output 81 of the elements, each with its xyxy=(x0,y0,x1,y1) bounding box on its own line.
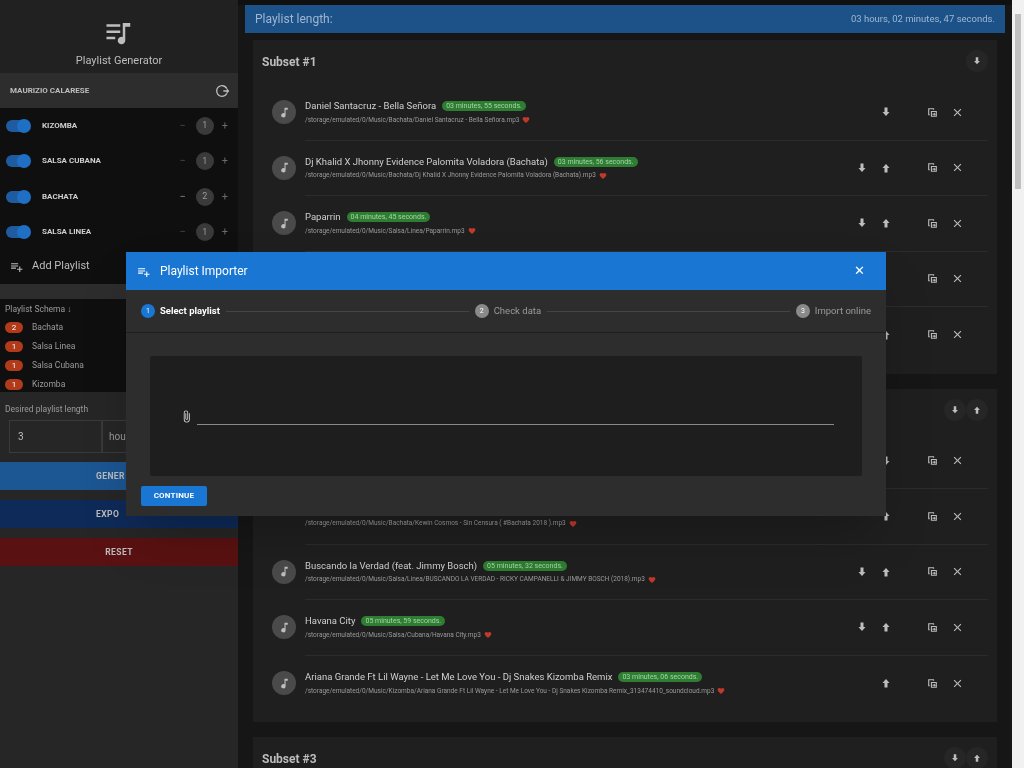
toggle-switch[interactable] xyxy=(6,226,30,239)
song-title: Buscando la Verdad (feat. Jimmy Bosch) xyxy=(305,558,478,573)
copy-icon[interactable] xyxy=(926,620,939,634)
copy-icon[interactable] xyxy=(926,105,939,119)
arrow-down-icon xyxy=(972,56,982,66)
schema-item: Salsa Linea xyxy=(32,339,76,353)
dialog-title: Playlist Importer xyxy=(160,263,249,280)
count-badge: 1 xyxy=(195,116,214,135)
toggle-switch[interactable] xyxy=(6,155,30,168)
length-label: Playlist length: xyxy=(255,11,333,28)
playlist-name: KIZOMBA xyxy=(42,119,79,132)
move-up-button[interactable] xyxy=(880,217,892,230)
song-title: Havana City xyxy=(305,614,356,629)
schema-item: Bachata xyxy=(32,320,64,334)
continue-button[interactable]: CONTINUE xyxy=(141,486,207,506)
copy-icon[interactable] xyxy=(926,676,939,690)
playlist-name: SALSA CUBANA xyxy=(42,155,102,168)
subset-title: Subset #1 xyxy=(262,55,317,69)
close-button[interactable]: ✕ xyxy=(854,261,875,281)
schema-item: Salsa Cubana xyxy=(32,358,84,372)
increase-button[interactable]: + xyxy=(221,224,228,241)
song-title: Daniel Santacruz - Bella Señora xyxy=(305,99,437,114)
scrollbar[interactable] xyxy=(1012,0,1024,768)
copy-icon[interactable] xyxy=(926,565,939,579)
song-title: Paparrin xyxy=(305,210,341,225)
toggle-switch[interactable] xyxy=(6,190,30,203)
copy-icon[interactable] xyxy=(926,454,939,468)
count-badge: 1 xyxy=(195,152,214,171)
copy-icon[interactable] xyxy=(926,272,939,286)
arrow-up-icon xyxy=(972,404,982,415)
toggle-switch[interactable] xyxy=(6,119,30,132)
arrow-up-icon xyxy=(972,753,982,763)
schema-title: Playlist Schema ↓ xyxy=(5,303,72,316)
song-title: Dj Khalid X Jhonny Evidence Palomita Voladora (Bachata) xyxy=(305,154,548,169)
move-down-button[interactable] xyxy=(944,398,966,421)
count-badge: 1 xyxy=(5,378,23,390)
step-label: Select playlist xyxy=(160,303,220,318)
count-badge: 1 xyxy=(5,340,23,352)
reset-button[interactable]: RESET xyxy=(0,538,238,566)
step-label: Import online xyxy=(814,303,871,318)
music-note-icon xyxy=(272,211,296,236)
copy-icon[interactable] xyxy=(926,328,939,342)
playlist-name: SALSA LINEA xyxy=(42,226,93,239)
move-down-button[interactable] xyxy=(856,565,868,578)
copy-icon[interactable] xyxy=(926,216,939,230)
music-note-icon xyxy=(272,559,296,584)
playlist-name: BACHATA xyxy=(42,190,80,203)
move-down-button[interactable] xyxy=(856,161,868,174)
add-playlist-button[interactable]: Add Playlist xyxy=(10,257,90,275)
count-badge: 2 xyxy=(5,321,23,333)
logout-icon[interactable] xyxy=(214,82,230,99)
hours-input[interactable]: 3 xyxy=(9,419,102,453)
length-label: Desired playlist length xyxy=(5,403,90,416)
count-badge: 1 xyxy=(195,223,214,242)
arrow-down-icon xyxy=(950,753,960,763)
music-note-icon xyxy=(272,615,296,640)
step-label: Check data xyxy=(493,303,542,318)
count-badge: 2 xyxy=(195,187,214,206)
move-up-button[interactable] xyxy=(966,747,988,768)
increase-button[interactable]: + xyxy=(221,188,228,205)
copy-icon[interactable] xyxy=(926,161,939,175)
move-up-button[interactable] xyxy=(880,621,892,634)
copy-icon[interactable] xyxy=(926,509,939,523)
move-down-button[interactable] xyxy=(966,50,988,72)
increase-button[interactable]: + xyxy=(221,153,228,170)
increase-button[interactable]: + xyxy=(221,117,228,134)
decrease-button[interactable]: − xyxy=(179,188,186,205)
move-up-button[interactable] xyxy=(880,677,892,690)
move-up-button[interactable] xyxy=(966,398,988,421)
length-value: 03 hours, 02 minutes, 47 seconds. xyxy=(850,11,995,26)
song-title: Ariana Grande Ft Lil Wayne - Let Me Love You - Dj Snakes Kizomba Remix xyxy=(305,670,613,685)
schema-item: Kizomba xyxy=(32,377,66,391)
app-title: Playlist Generator xyxy=(75,53,163,69)
user-name: MAURIZIO CALARESE xyxy=(10,84,90,97)
subset-title: Subset #3 xyxy=(262,752,317,766)
arrow-down-icon xyxy=(950,404,960,415)
music-note-icon xyxy=(272,671,296,696)
music-note-icon xyxy=(272,100,296,125)
count-badge: 1 xyxy=(5,359,23,371)
music-note-icon xyxy=(272,155,296,180)
move-down-button[interactable] xyxy=(944,747,966,768)
